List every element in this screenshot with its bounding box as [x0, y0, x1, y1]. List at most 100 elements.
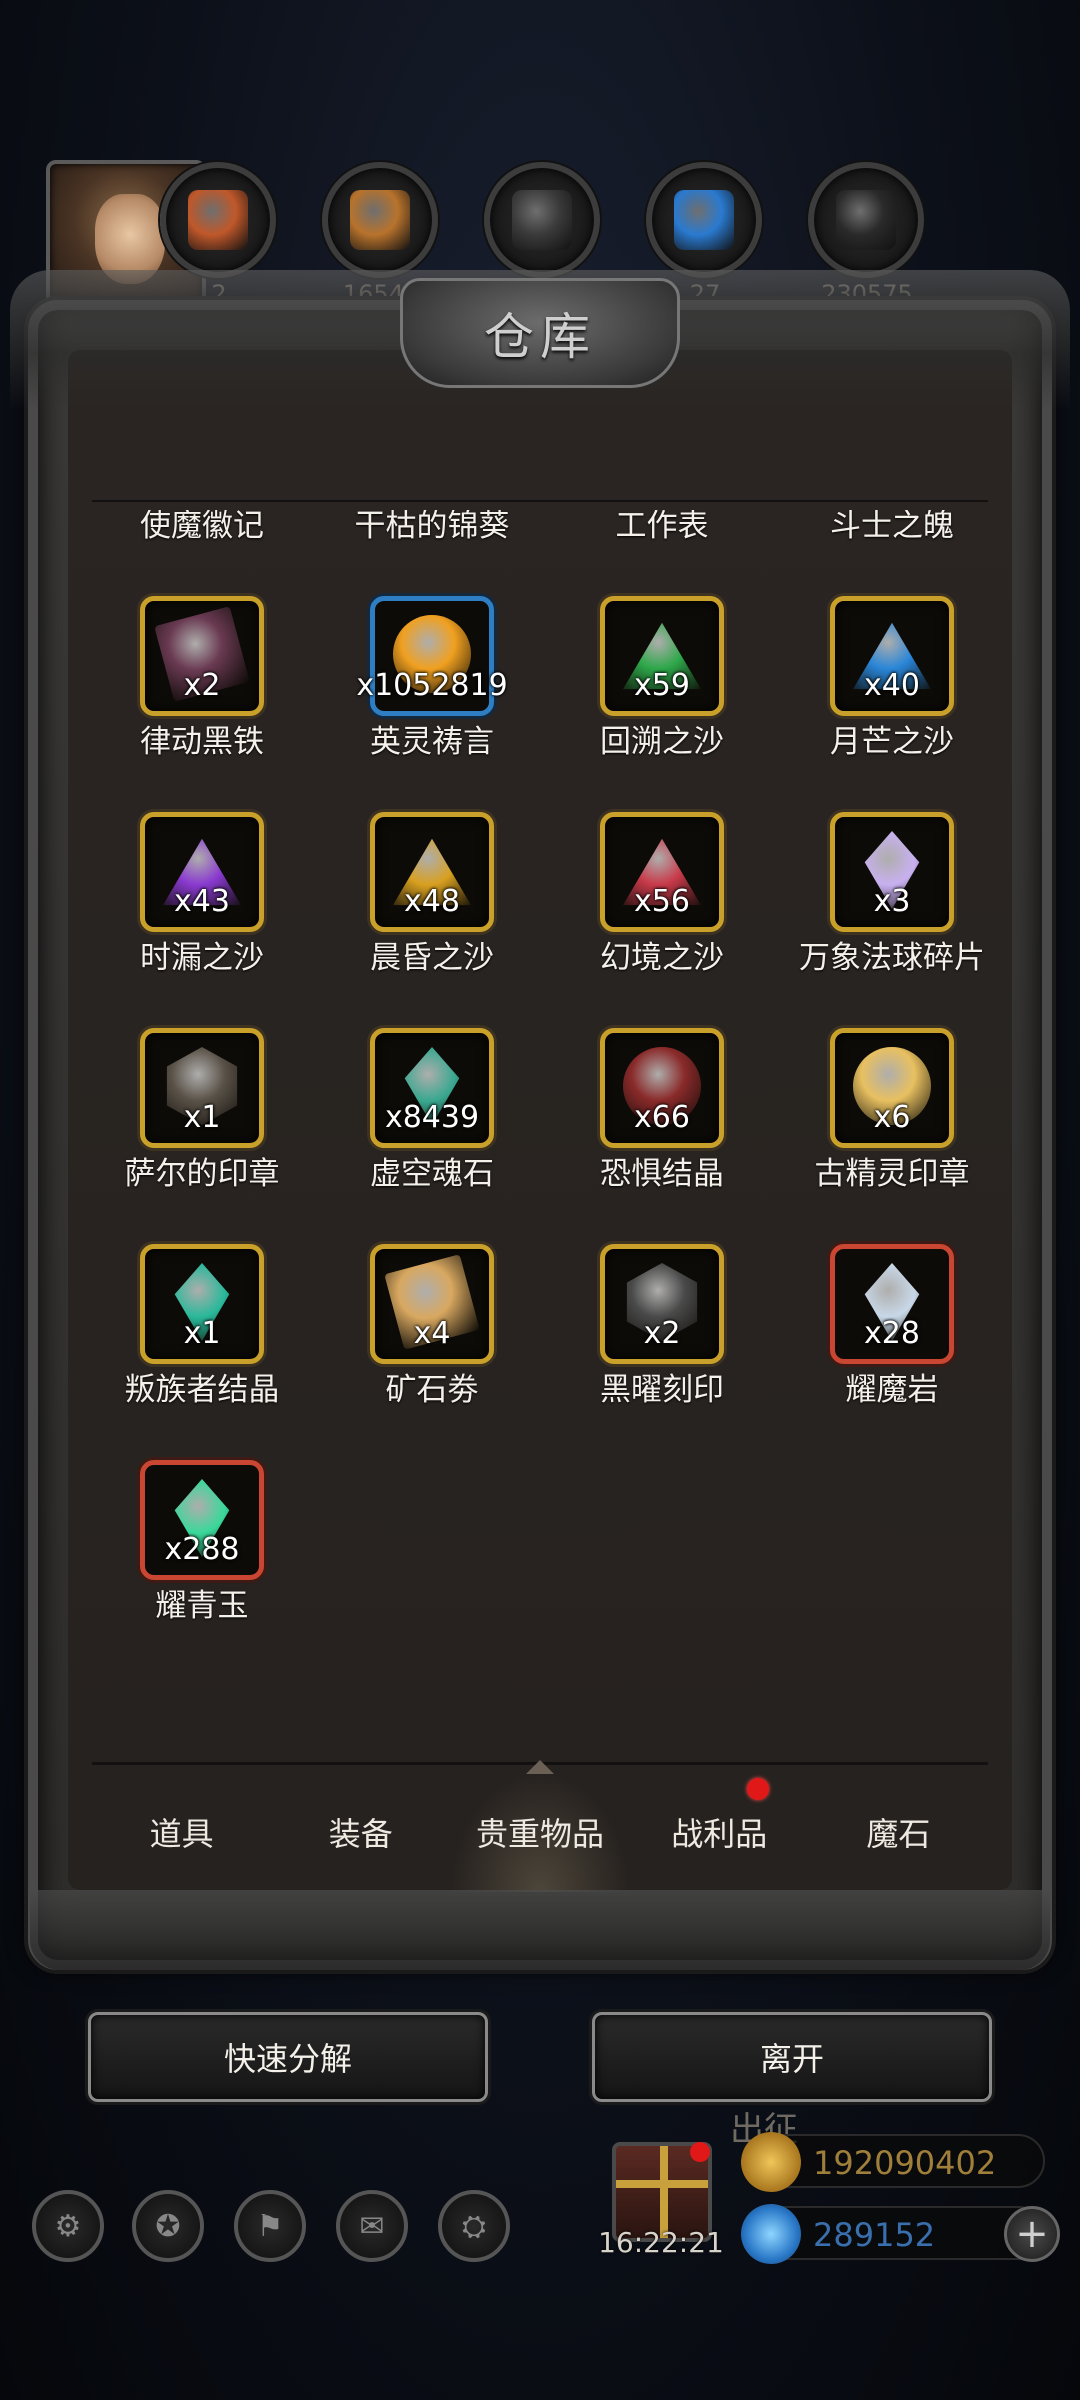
item-name: 晨昏之沙 [370, 940, 494, 976]
inventory-item[interactable]: x66 恐惧结晶 [552, 1028, 772, 1228]
tab-label: 贵重物品 [476, 1815, 605, 1853]
item-count: x6 [873, 1100, 911, 1135]
item-name: 矿石劵 [385, 1372, 479, 1408]
tab-1[interactable]: 装备 [271, 1772, 450, 1892]
resource-art [188, 190, 248, 250]
inventory-item[interactable]: x6 古精灵印章 [782, 1028, 988, 1228]
item-name: 英灵祷言 [370, 724, 494, 760]
item-name: 工作表 [615, 510, 709, 544]
title-plate: 仓库 [400, 278, 680, 388]
item-count: x3 [873, 884, 911, 919]
tab-3[interactable]: 战利品 [630, 1772, 809, 1892]
item-count: x288 [164, 1532, 240, 1567]
leave-button[interactable]: 离开 [592, 2012, 992, 2102]
gift-notification-dot [690, 2142, 710, 2162]
gold-coin-icon [741, 2132, 801, 2192]
panel-title: 仓库 [484, 308, 596, 366]
item-count: x1 [183, 1316, 221, 1351]
tab-0[interactable]: 道具 [92, 1772, 271, 1892]
black-bars-icon [808, 162, 924, 278]
grid-divider-top [92, 500, 988, 502]
inventory-item[interactable]: x3 万象法球碎片 [782, 812, 988, 1012]
item-count: x48 [404, 884, 460, 919]
item-name: 斗士之魄 [830, 510, 954, 544]
inventory-item[interactable]: x1 叛族者结晶 [92, 1244, 312, 1444]
gold-amount: 192090402 [813, 2144, 997, 2182]
achievement-icon[interactable]: ✪ [132, 2190, 204, 2262]
item-name: 古精灵印章 [814, 1156, 970, 1192]
item-name: 叛族者结晶 [124, 1372, 280, 1408]
notification-dot [746, 1778, 769, 1800]
item-count: x59 [634, 668, 690, 703]
inventory-item[interactable]: x40 月芒之沙 [782, 596, 988, 796]
inventory-item[interactable]: x28 耀魔岩 [782, 1244, 988, 1444]
wood-planks-icon [322, 162, 438, 278]
item-count: x43 [174, 884, 230, 919]
item-count: x40 [864, 668, 920, 703]
item-name: 万象法球碎片 [799, 940, 985, 976]
gold-counter: 192090402 [741, 2132, 1045, 2192]
category-tabs: 道具 装备 贵重物品 战利品 魔石 [92, 1772, 988, 1892]
inventory-item[interactable]: x3使魔徽记 [92, 510, 312, 580]
item-name: 干枯的锦葵 [354, 510, 510, 544]
item-count: x56 [634, 884, 690, 919]
inventory-item[interactable]: x43 时漏之沙 [92, 812, 312, 1012]
item-grid[interactable]: x3使魔徽记x1干枯的锦葵x1工作表x3斗士之魄x2律动黑铁x1052819英灵… [92, 510, 988, 1760]
settings-gear-icon[interactable]: ⚙ [32, 2190, 104, 2262]
tab-label: 魔石 [866, 1815, 931, 1853]
panel-bottom-frame [30, 1890, 1050, 1970]
iron-ingot-icon [484, 162, 600, 278]
inventory-item[interactable]: x8439 虚空魂石 [322, 1028, 542, 1228]
tab-label: 战利品 [671, 1815, 768, 1853]
inventory-item[interactable]: x2 律动黑铁 [92, 596, 312, 796]
gem-counter: 289152 [741, 2204, 1045, 2264]
item-name: 萨尔的印章 [124, 1156, 280, 1192]
item-name: 月芒之沙 [830, 724, 954, 760]
guild-icon[interactable]: ⚑ [234, 2190, 306, 2262]
inventory-item[interactable]: x2 黑曜刻印 [552, 1244, 772, 1444]
item-count: x2 [643, 1316, 681, 1351]
gem-amount: 289152 [813, 2216, 936, 2254]
item-name: 黑曜刻印 [600, 1372, 724, 1408]
add-currency-button[interactable]: + [1004, 2206, 1060, 2262]
resource-art [836, 190, 896, 250]
blue-gem-icon [741, 2204, 801, 2264]
tab-2[interactable]: 贵重物品 [450, 1772, 630, 1892]
inventory-item[interactable]: x4 矿石劵 [322, 1244, 542, 1444]
inventory-item[interactable]: x48 晨昏之沙 [322, 812, 542, 1012]
item-count: x4 [413, 1316, 451, 1351]
item-name: 使魔徽记 [140, 510, 264, 544]
item-count: x2 [183, 668, 221, 703]
inventory-item[interactable]: x59 回溯之沙 [552, 596, 772, 796]
item-count: x28 [864, 1316, 920, 1351]
item-name: 回溯之沙 [600, 724, 724, 760]
tab-label: 装备 [328, 1815, 393, 1853]
mail-icon[interactable]: ✉ [336, 2190, 408, 2262]
inventory-item[interactable]: x56 幻境之沙 [552, 812, 772, 1012]
inventory-item[interactable]: x1052819 英灵祷言 [322, 596, 542, 796]
gift-timer: 16:22:21 [598, 2226, 724, 2259]
inventory-item[interactable]: x288 耀青玉 [92, 1460, 312, 1660]
inventory-item[interactable]: x1 萨尔的印章 [92, 1028, 312, 1228]
item-name: 虚空魂石 [370, 1156, 494, 1192]
item-name: 时漏之沙 [140, 940, 264, 976]
item-count: x66 [634, 1100, 690, 1135]
item-count: x1 [183, 1100, 221, 1135]
resource-art [674, 190, 734, 250]
tab-label: 道具 [149, 1815, 214, 1853]
item-name: 耀魔岩 [845, 1372, 939, 1408]
inventory-item[interactable]: x1工作表 [552, 510, 772, 580]
item-name: 耀青玉 [155, 1588, 249, 1624]
blue-crystal-icon [646, 162, 762, 278]
inventory-item[interactable]: x3斗士之魄 [782, 510, 988, 580]
shop-icon[interactable]: ⛭ [438, 2190, 510, 2262]
resource-art [350, 190, 410, 250]
item-count: x1052819 [356, 668, 508, 703]
resource-art [512, 190, 572, 250]
item-name: 律动黑铁 [140, 724, 264, 760]
quick-decompose-button[interactable]: 快速分解 [88, 2012, 488, 2102]
inventory-item[interactable]: x1干枯的锦葵 [322, 510, 542, 580]
item-name: 幻境之沙 [600, 940, 724, 976]
ore-bundle-icon [160, 162, 276, 278]
tab-4[interactable]: 魔石 [809, 1772, 988, 1892]
